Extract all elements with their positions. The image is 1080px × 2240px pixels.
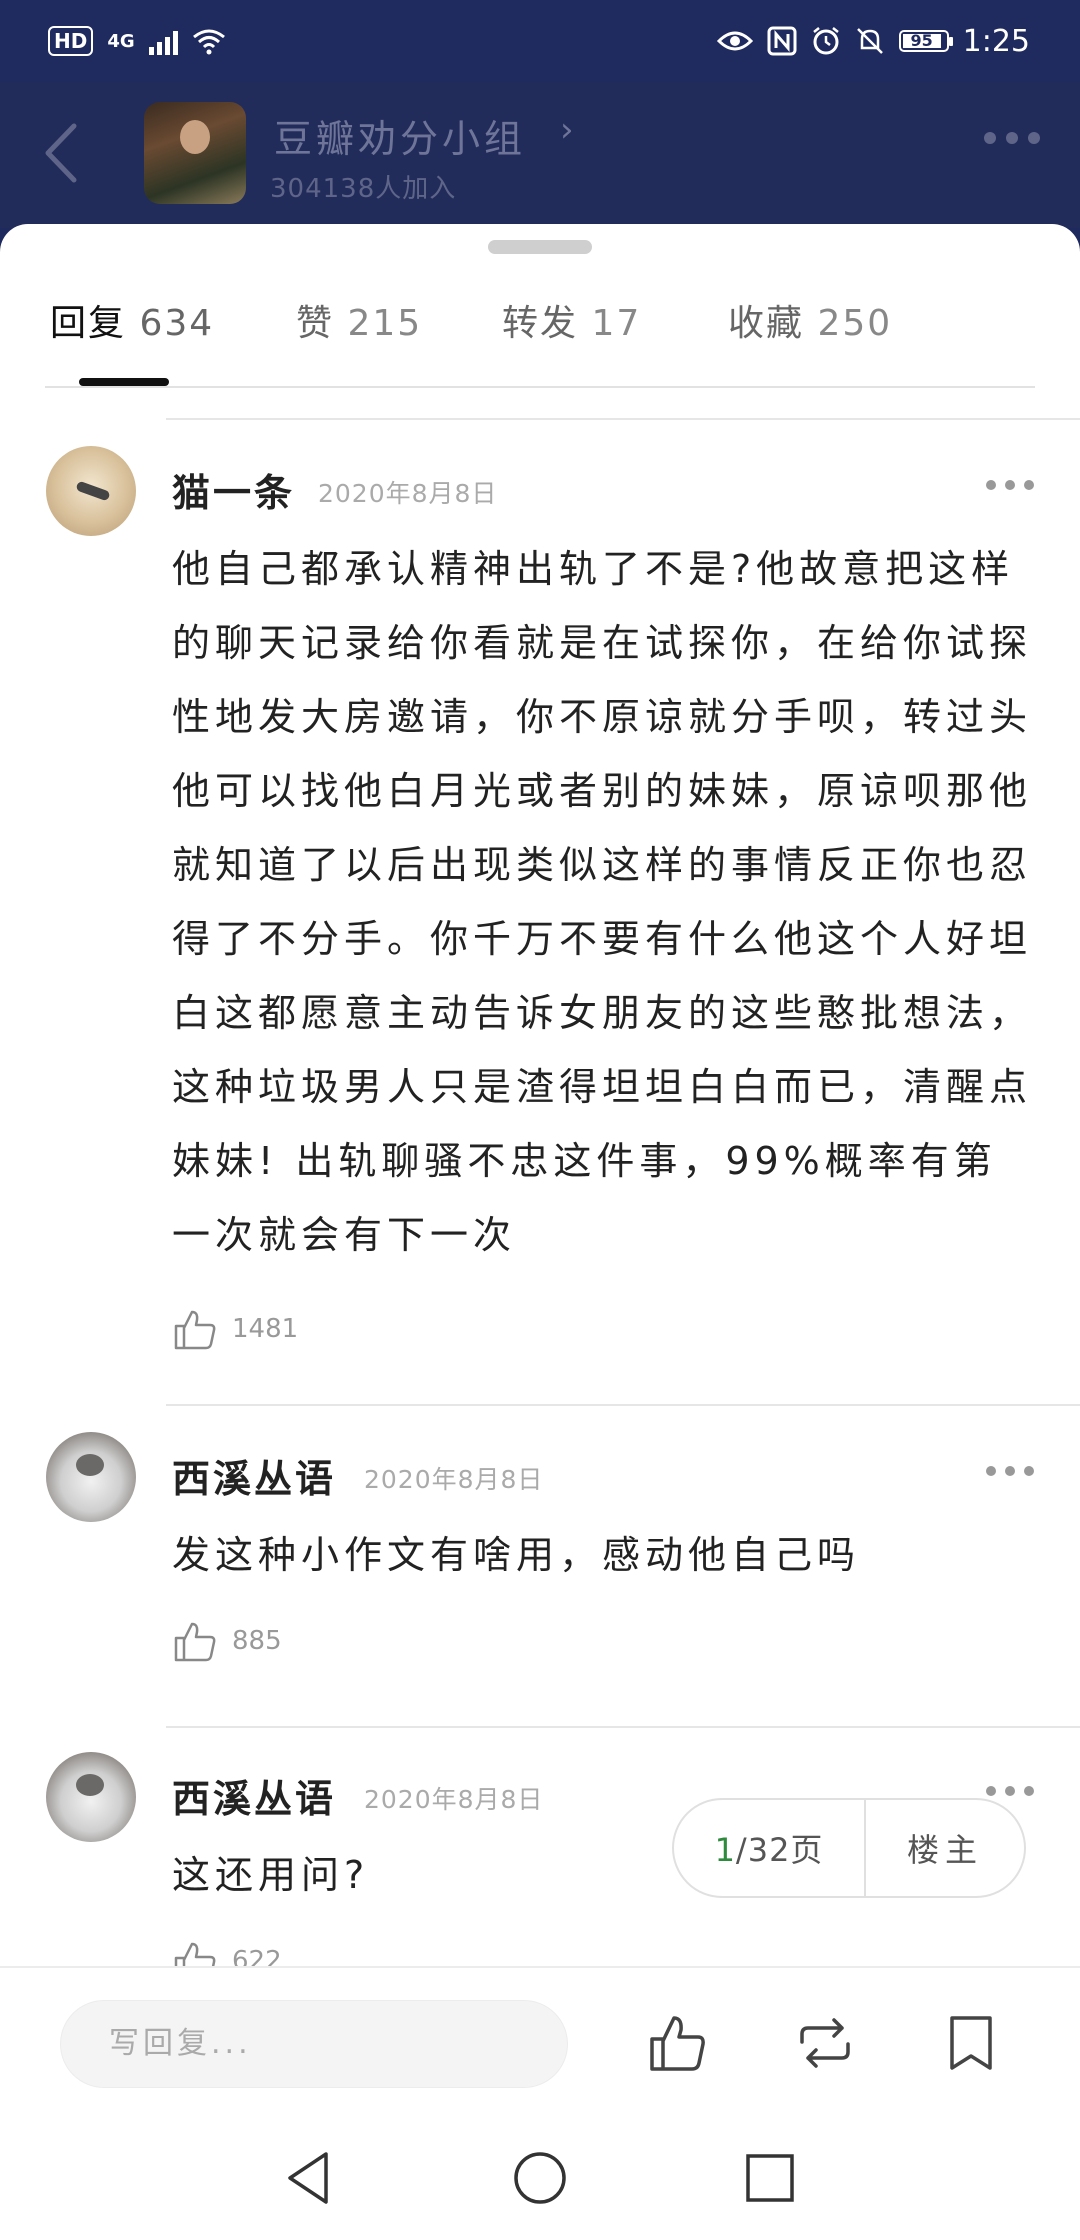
- status-bar: HD 4G 95 1:25: [0, 0, 1080, 82]
- tab-count: 634: [139, 303, 215, 344]
- comment-date: 2020年8月8日: [364, 1465, 544, 1494]
- tab-replies[interactable]: 回复 634: [50, 294, 214, 346]
- active-tab-indicator: [79, 378, 169, 386]
- divider: [166, 1726, 1080, 1728]
- nfc-icon: [767, 26, 797, 56]
- more-horizontal-icon[interactable]: [984, 132, 1040, 144]
- hd-badge: HD: [48, 26, 94, 56]
- comment-author[interactable]: 西溪丛语: [172, 1768, 336, 1823]
- alarm-icon: [812, 27, 839, 55]
- reply-input[interactable]: 写回复...: [60, 2000, 568, 2088]
- comment-text: 发这种小作文有啥用，感动他自己吗: [172, 1533, 861, 1577]
- comment-author[interactable]: 猫一条: [172, 462, 295, 517]
- current-page: 1: [714, 1831, 736, 1869]
- status-bar-left: HD 4G: [48, 26, 226, 56]
- divider: [166, 418, 1080, 420]
- bookmark-icon[interactable]: [940, 2012, 1002, 2074]
- comment-date: 2020年8月8日: [318, 479, 498, 508]
- tab-label: 收藏: [728, 303, 805, 344]
- like-button[interactable]: 1481: [172, 1306, 298, 1352]
- like-count: 885: [232, 1626, 282, 1656]
- avatar[interactable]: [46, 446, 136, 536]
- status-bar-right: 95 1:25: [716, 23, 1030, 59]
- tab-reposts[interactable]: 转发 17: [502, 294, 641, 346]
- tab-label: 回复: [50, 303, 127, 344]
- drag-handle[interactable]: [488, 240, 592, 254]
- wifi-icon: [192, 29, 225, 55]
- tabs-divider: [45, 386, 1035, 388]
- only-op-button[interactable]: 楼主: [866, 1825, 1024, 1871]
- tab-count: 17: [591, 303, 642, 344]
- nav-home-icon[interactable]: [510, 2148, 570, 2208]
- avatar[interactable]: [46, 1432, 136, 1522]
- more-horizontal-icon[interactable]: [986, 1466, 1034, 1476]
- like-button[interactable]: 885: [172, 1618, 282, 1664]
- nav-recents-icon[interactable]: [740, 2148, 800, 2208]
- eye-icon: [716, 31, 753, 51]
- group-member-count: 304138人加入: [270, 174, 457, 204]
- bottom-action-bar: 写回复...: [0, 1966, 1080, 2108]
- divider: [166, 1404, 1080, 1406]
- mute-bell-icon: [856, 28, 883, 54]
- thumbs-up-icon[interactable]: [646, 2012, 708, 2074]
- tab-label: 转发: [502, 303, 579, 344]
- tab-count: 250: [817, 303, 893, 344]
- thumbs-up-icon: [174, 1310, 216, 1350]
- page-navigator: 1/32页 楼主: [672, 1798, 1026, 1898]
- comment-author[interactable]: 西溪丛语: [172, 1448, 336, 1503]
- more-horizontal-icon[interactable]: [986, 1786, 1034, 1796]
- tab-likes[interactable]: 赞 215: [296, 294, 422, 346]
- like-count: 1481: [232, 1314, 299, 1344]
- group-thumbnail[interactable]: [144, 102, 246, 204]
- network-type: 4G: [107, 30, 135, 52]
- comment-text: 他自己都承认精神出轨了不是?他故意把这样的聊天记录给你看就是在试探你，在给你试探…: [172, 547, 1033, 1257]
- back-button[interactable]: [38, 118, 86, 188]
- more-horizontal-icon[interactable]: [986, 480, 1034, 490]
- avatar[interactable]: [46, 1752, 136, 1842]
- nav-back-icon[interactable]: [280, 2148, 340, 2208]
- battery-icon: 95: [898, 30, 953, 52]
- page-jump-button[interactable]: 1/32页: [674, 1825, 864, 1871]
- total-pages: /32页: [735, 1831, 824, 1869]
- repost-icon[interactable]: [794, 2012, 856, 2074]
- thumbs-up-icon: [174, 1622, 216, 1662]
- battery-level: 95: [902, 33, 941, 49]
- clock: 1:25: [962, 23, 1030, 59]
- system-nav-bar: [0, 2106, 1080, 2240]
- chevron-right-icon: ›: [560, 110, 574, 150]
- tab-favorites[interactable]: 收藏 250: [728, 294, 892, 346]
- comment-date: 2020年8月8日: [364, 1785, 544, 1814]
- comments-sheet: 回复 634 赞 215 转发 17 收藏 250 猫一条 2020年8月8日 …: [0, 224, 1080, 2240]
- tab-count: 215: [347, 303, 423, 344]
- tab-label: 赞: [296, 303, 335, 344]
- group-header: 豆瓣劝分小组 › 304138人加入: [0, 82, 1080, 228]
- group-name[interactable]: 豆瓣劝分小组: [274, 108, 526, 163]
- signal-icon: [148, 27, 178, 55]
